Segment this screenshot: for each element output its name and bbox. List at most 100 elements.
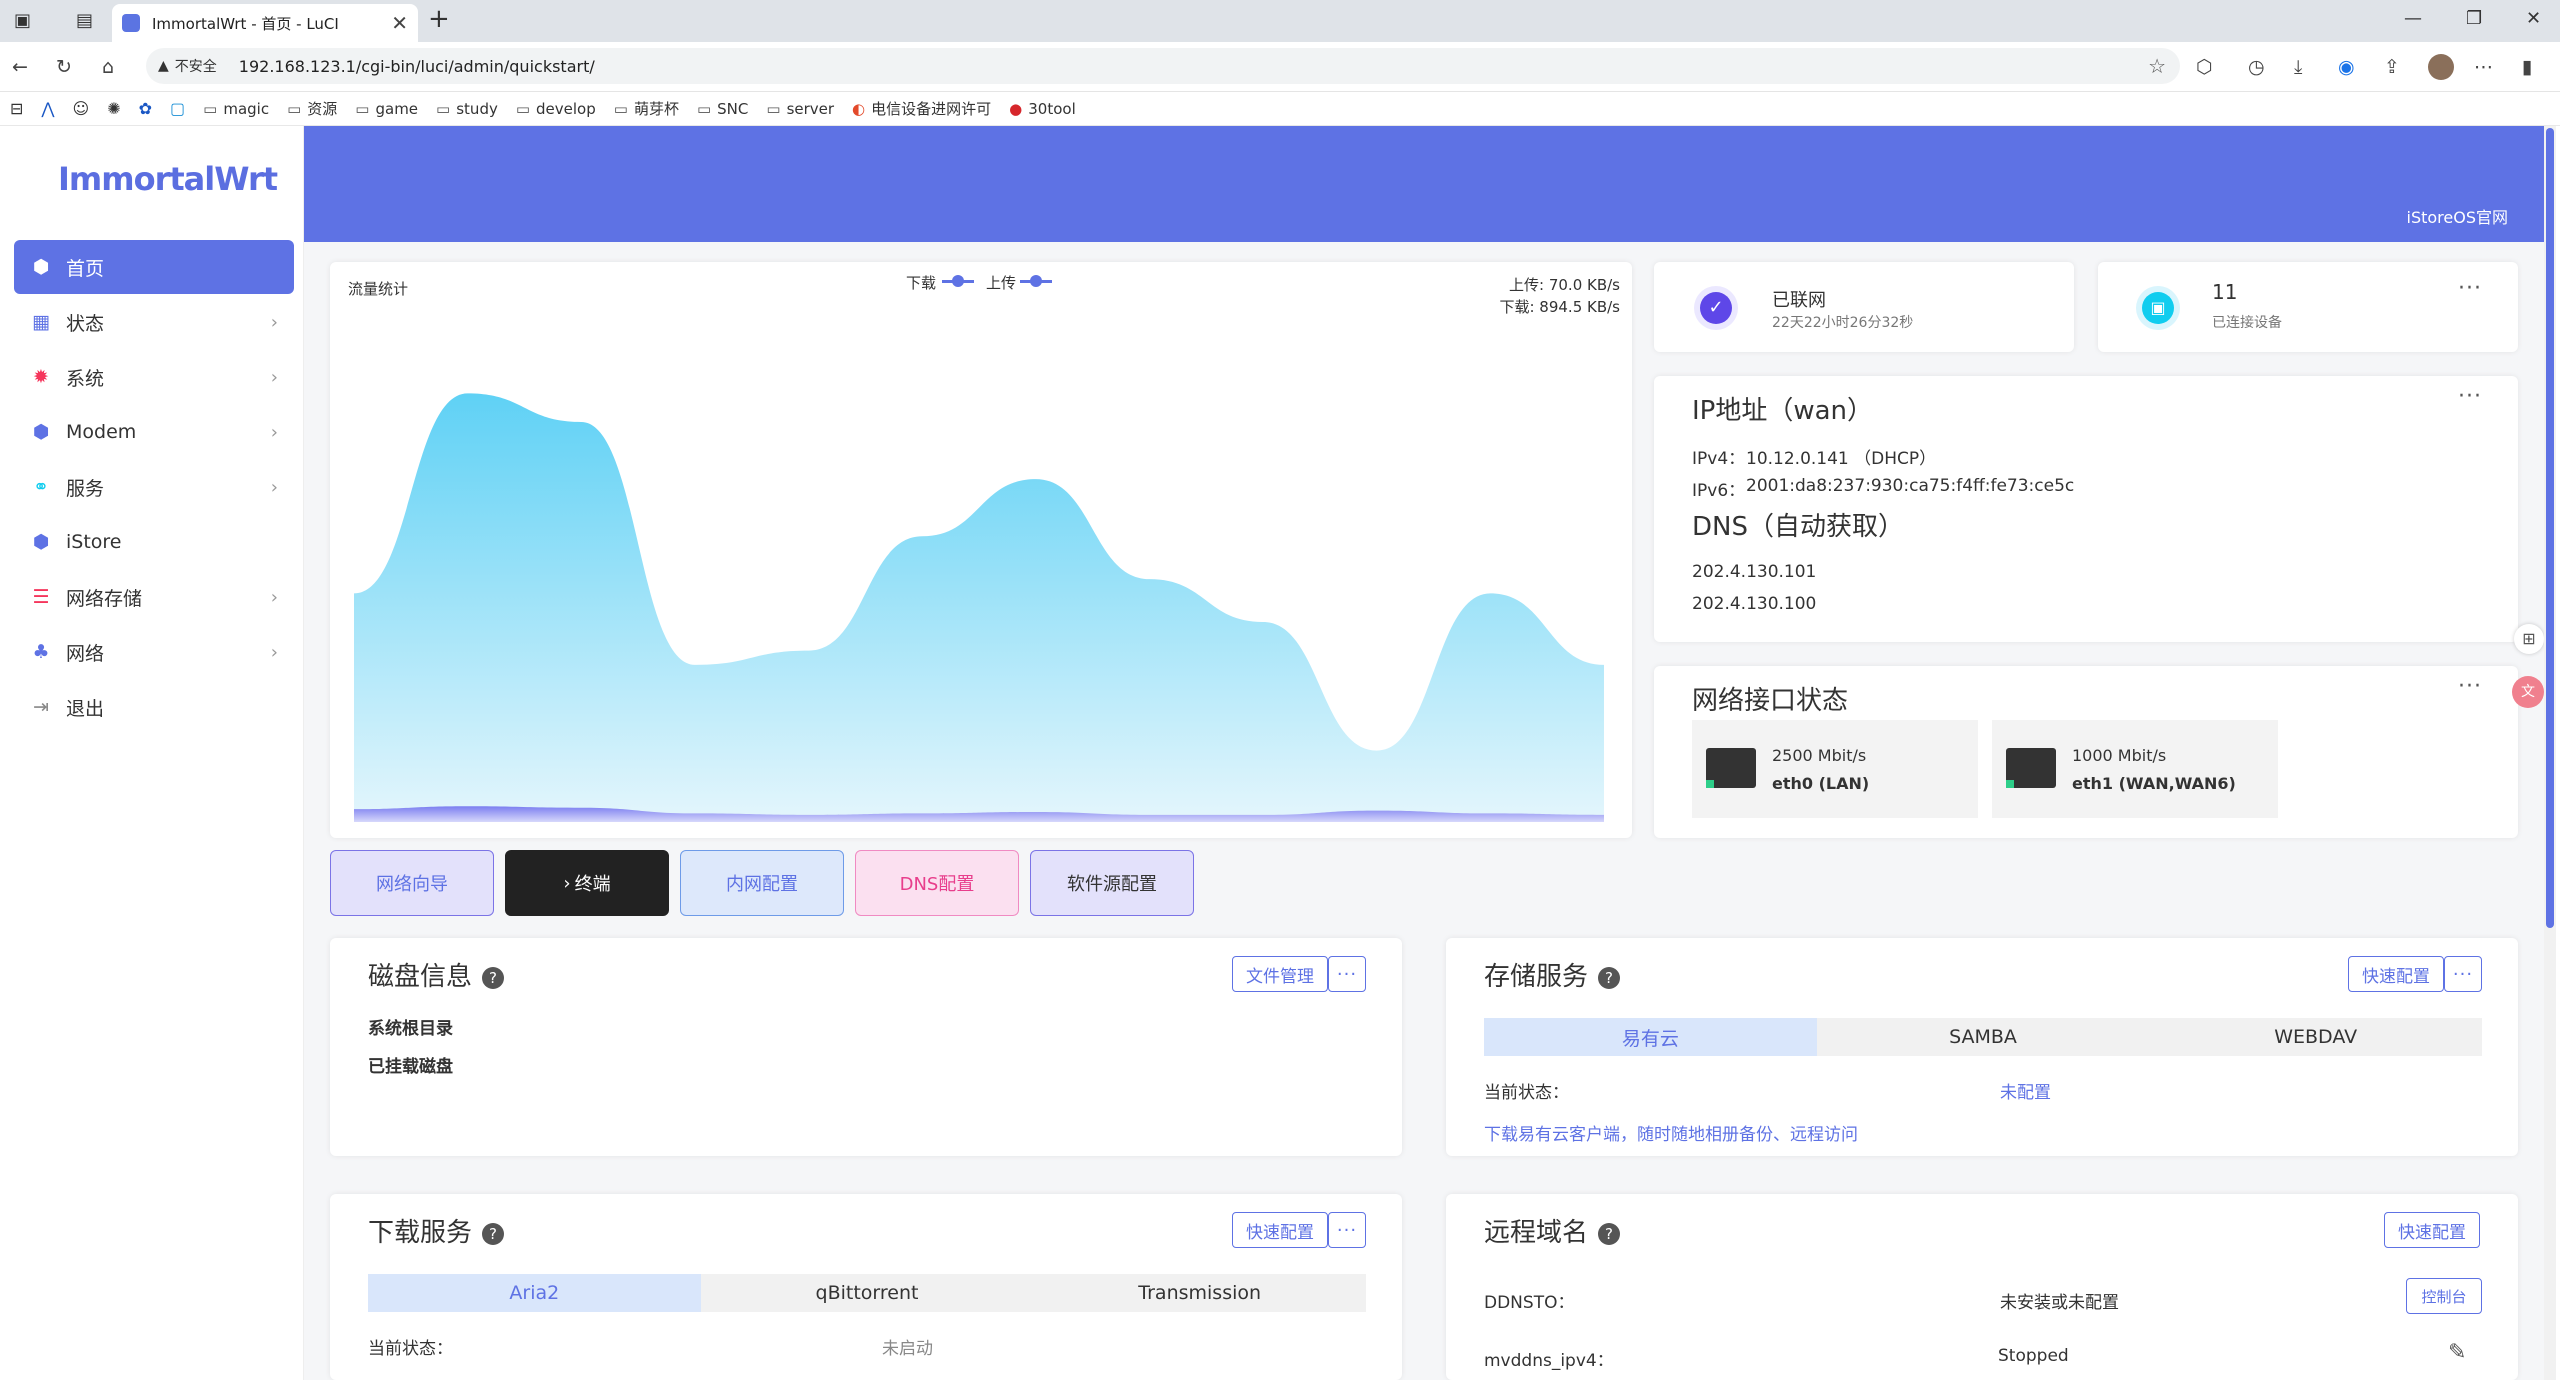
sidebar-item-1[interactable]: ▦ 状态 › xyxy=(14,295,294,349)
tab-aria2[interactable]: Aria2 xyxy=(368,1274,701,1312)
bookmark-folder[interactable]: ▭ study xyxy=(436,100,498,118)
bookmark-link[interactable]: ◐ 电信设备进网许可 xyxy=(852,98,991,119)
tab-yiyouyun[interactable]: 易有云 xyxy=(1484,1018,1817,1056)
tab-transmission[interactable]: Transmission xyxy=(1033,1274,1366,1312)
sidebar-item-8[interactable]: ⇥ 退出 xyxy=(14,680,294,734)
port-name: eth0 (LAN) xyxy=(1772,774,1870,793)
help-icon[interactable]: ? xyxy=(482,1222,505,1245)
ip-more-button[interactable]: ··· xyxy=(2458,384,2482,409)
share-icon[interactable]: ⇪ xyxy=(2384,56,2400,78)
sidebar-item-label: iStore xyxy=(66,531,122,553)
chevron-right-icon: › xyxy=(270,476,278,498)
sidebar-toggle-icon[interactable]: ▮ xyxy=(2522,56,2532,78)
close-tab-icon[interactable]: ✕ xyxy=(391,11,408,35)
bookmark-folder[interactable]: ▭ 萌芽杯 xyxy=(614,98,679,119)
bookmark-folder[interactable]: ▭ 资源 xyxy=(287,98,337,119)
bookmark-folder[interactable]: ▭ develop xyxy=(516,100,596,118)
sidebar-item-7[interactable]: ♣ 网络 › xyxy=(14,625,294,679)
sidebar-item-3[interactable]: ⬢ Modem › xyxy=(14,405,294,459)
bookmark-folder[interactable]: ▭ SNC xyxy=(697,100,748,118)
translate-icon[interactable]: 文 xyxy=(2512,676,2544,708)
interface-card: 网络接口状态 ··· 2500 Mbit/s eth0 (LAN) 1000 M… xyxy=(1654,666,2518,838)
sidebar-item-6[interactable]: ☰ 网络存储 › xyxy=(14,570,294,624)
download-more-button[interactable]: ··· xyxy=(1328,1212,1366,1248)
network-wizard-button[interactable]: 网络向导 xyxy=(330,850,494,916)
help-icon[interactable]: ? xyxy=(482,966,505,989)
legend-upload-dot xyxy=(1030,275,1042,287)
dashboard-icon: ▦ xyxy=(32,311,50,333)
help-icon[interactable]: ? xyxy=(1598,1222,1621,1245)
console-button[interactable]: 控制台 xyxy=(2406,1278,2482,1314)
minimize-icon[interactable]: — xyxy=(2404,8,2422,29)
bookmark-icon-3[interactable]: ☺ xyxy=(73,99,90,118)
download-title: 下载服务? xyxy=(368,1212,505,1249)
download-client-link[interactable]: 下载易有云客户端，随时随地相册备份、远程访问 xyxy=(1484,1120,1858,1145)
tab-samba[interactable]: SAMBA xyxy=(1817,1018,2150,1056)
workspace-icon[interactable]: ▤ xyxy=(76,10,93,31)
star-icon[interactable]: ☆ xyxy=(2148,54,2166,78)
storage-card: 存储服务? 快速配置 ··· 易有云 SAMBA WEBDAV 当前状态： 未配… xyxy=(1446,938,2518,1156)
sidebar-item-0[interactable]: ⬢ 首页 xyxy=(14,240,294,294)
browser-tab[interactable]: ImmortalWrt - 首页 - LuCI ✕ xyxy=(112,4,418,42)
file-manager-button[interactable]: 文件管理 xyxy=(1232,956,1328,992)
help-icon[interactable]: ? xyxy=(1598,966,1621,989)
bookmark-icon-1[interactable]: ⊟ xyxy=(10,99,23,118)
bookmark-folder[interactable]: ▭ magic xyxy=(203,100,269,118)
link-led xyxy=(2006,780,2014,788)
bookmark-link[interactable]: ● 30tool xyxy=(1009,100,1076,118)
menu-dots-icon[interactable]: ⋯ xyxy=(2474,56,2493,78)
tab-title: ImmortalWrt - 首页 - LuCI xyxy=(152,14,339,33)
sidebar-item-5[interactable]: ⬢ iStore xyxy=(14,515,294,569)
disk-more-button[interactable]: ··· xyxy=(1328,956,1366,992)
port-name: eth1 (WAN,WAN6) xyxy=(2072,774,2236,793)
home-icon[interactable]: ⌂ xyxy=(102,56,114,78)
history-icon[interactable]: ◷ xyxy=(2248,56,2265,78)
tab-actions-icon[interactable]: ▣ xyxy=(14,10,31,31)
bookmark-icon-5[interactable]: ✿ xyxy=(139,99,152,118)
restore-icon[interactable]: ❐ xyxy=(2466,8,2482,29)
software-source-button[interactable]: 软件源配置 xyxy=(1030,850,1194,916)
devices-more-button[interactable]: ··· xyxy=(2458,276,2482,301)
sidebar-item-4[interactable]: ⚭ 服务 › xyxy=(14,460,294,514)
qr-icon[interactable]: ⊞ xyxy=(2514,624,2544,654)
storage-more-button[interactable]: ··· xyxy=(2444,956,2482,992)
istoreos-link[interactable]: iStoreOS官网 xyxy=(2407,204,2509,228)
download-series-area xyxy=(354,393,1604,822)
remote-domain-card: 远程域名? 快速配置 DDNSTO： 未安装或未配置 控制台 mvddns_ip… xyxy=(1446,1194,2518,1380)
dns-title: DNS（自动获取） xyxy=(1692,512,1904,542)
bookmark-folder[interactable]: ▭ game xyxy=(355,100,418,118)
main-content: 流量统计 下载 上传 上传: 70.0 KB/s 下载: 894.5 KB/s … xyxy=(304,242,2544,1380)
port-eth1[interactable]: 1000 Mbit/s eth1 (WAN,WAN6) xyxy=(1992,720,2278,818)
extensions-icon[interactable]: ⬡ xyxy=(2196,56,2213,78)
page-scrollbar[interactable] xyxy=(2544,126,2556,1380)
edit-icon[interactable]: ✎ xyxy=(2448,1340,2466,1365)
back-icon[interactable]: ← xyxy=(12,56,28,78)
storage-quick-config-button[interactable]: 快速配置 xyxy=(2348,956,2444,992)
reload-icon[interactable]: ↻ xyxy=(56,56,72,78)
scrollbar-thumb[interactable] xyxy=(2546,128,2554,928)
bookmark-folder[interactable]: ▭ server xyxy=(766,100,834,118)
app-logo[interactable]: ImmortalWrt xyxy=(58,160,278,198)
address-bar[interactable]: ▲ 不安全 192.168.123.1/cgi-bin/luci/admin/q… xyxy=(146,48,2180,84)
close-window-icon[interactable]: ✕ xyxy=(2526,8,2541,29)
port-eth0[interactable]: 2500 Mbit/s eth0 (LAN) xyxy=(1692,720,1978,818)
download-quick-config-button[interactable]: 快速配置 xyxy=(1232,1212,1328,1248)
tab-qbittorrent[interactable]: qBittorrent xyxy=(701,1274,1034,1312)
terminal-button[interactable]: › 终端 xyxy=(505,850,669,916)
interface-more-button[interactable]: ··· xyxy=(2458,674,2482,699)
bookmark-icon-2[interactable]: ⋀ xyxy=(41,99,54,118)
dns-config-button[interactable]: DNS配置 xyxy=(855,850,1019,916)
bookmark-icon-6[interactable]: ▢ xyxy=(170,99,185,118)
folder-icon: ▭ xyxy=(355,99,370,118)
devices-icon: ▣ xyxy=(2142,292,2174,324)
remote-quick-config-button[interactable]: 快速配置 xyxy=(2384,1212,2480,1248)
download-icon[interactable]: ⤓ xyxy=(2294,56,2302,78)
storage-state[interactable]: 未配置 xyxy=(2000,1078,2051,1103)
profile-avatar[interactable] xyxy=(2428,54,2454,80)
new-tab-icon[interactable]: + xyxy=(428,4,450,34)
sidebar-item-2[interactable]: ✹ 系统 › xyxy=(14,350,294,404)
edge-icon[interactable]: ◉ xyxy=(2338,56,2355,78)
tab-webdav[interactable]: WEBDAV xyxy=(2149,1018,2482,1056)
bookmark-icon-4[interactable]: ✺ xyxy=(107,99,120,118)
lan-config-button[interactable]: 内网配置 xyxy=(680,850,844,916)
